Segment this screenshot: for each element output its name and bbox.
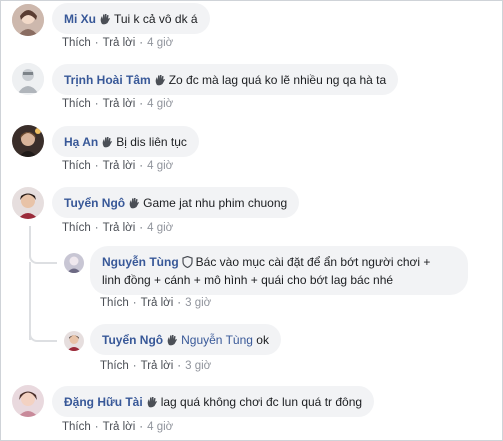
comment-actions: Thích · Trả lời · 4 giờ: [62, 160, 174, 172]
like-link[interactable]: Thích: [62, 37, 91, 49]
reply-link[interactable]: Trả lời: [103, 37, 136, 49]
timestamp[interactable]: 4 giờ: [147, 98, 173, 110]
wave-hand-icon: [154, 74, 166, 90]
comment-bubble: Tuyển Ngô Nguyễn Tùng ok: [90, 324, 281, 355]
wave-hand-icon: [146, 396, 158, 412]
commenter-name[interactable]: Tuyển Ngô: [102, 333, 163, 347]
comment-actions: Thích · Trả lời · 3 giờ: [100, 297, 212, 309]
comment-bubble: Nguyễn Tùng Bác vào mục cài đặt để ẩn bớt…: [90, 246, 468, 295]
avatar[interactable]: [12, 187, 44, 219]
comment-actions: Thích · Trả lời · 3 giờ: [100, 360, 212, 372]
reply-link[interactable]: Trả lời: [141, 297, 174, 309]
comment-actions: Thích · Trả lời · 4 giờ: [62, 37, 174, 49]
wave-hand-icon: [99, 13, 111, 29]
commenter-name[interactable]: Mi Xu: [64, 12, 96, 26]
avatar[interactable]: [12, 125, 44, 157]
like-link[interactable]: Thích: [100, 297, 129, 309]
like-link[interactable]: Thích: [62, 222, 91, 234]
comment-bubble: Đặng Hữu Tài lag quá không chơi đc lun qu…: [52, 386, 375, 417]
reply-thread-line: [29, 226, 57, 264]
reply-link[interactable]: Trả lời: [103, 222, 136, 234]
comment-text: Bị dis liên tục: [116, 135, 187, 149]
comment-actions: Thích · Trả lời · 4 giờ: [62, 98, 174, 110]
reply-link[interactable]: Trả lời: [141, 360, 174, 372]
comment-bubble: Mi Xu Tui k cả vô dk á: [52, 3, 210, 34]
comment-text: ok: [256, 333, 269, 347]
like-link[interactable]: Thích: [62, 98, 91, 110]
wave-hand-icon: [166, 334, 178, 350]
comment-text: Game jat nhu phim chuong: [143, 196, 288, 210]
wave-hand-icon: [101, 136, 113, 152]
commenter-name[interactable]: Hạ An: [64, 135, 98, 149]
commenter-name[interactable]: Nguyễn Tùng: [102, 255, 179, 269]
comment-text: Zo đc mà lag quá ko lẽ nhiều ng qa hà ta: [168, 73, 387, 87]
commenter-name[interactable]: Trịnh Hoài Tâm: [64, 73, 151, 87]
comment-text: Tui k cả vô dk á: [114, 12, 198, 26]
comment-bubble: Trịnh Hoài Tâm Zo đc mà lag quá ko lẽ nhi…: [52, 64, 399, 95]
timestamp[interactable]: 3 giờ: [185, 297, 211, 309]
avatar[interactable]: [64, 253, 84, 273]
timestamp[interactable]: 4 giờ: [147, 222, 173, 234]
timestamp[interactable]: 3 giờ: [185, 360, 211, 372]
mention-link[interactable]: Nguyễn Tùng: [181, 333, 253, 347]
avatar[interactable]: [64, 331, 84, 351]
avatar[interactable]: [12, 63, 44, 95]
reply-link[interactable]: Trả lời: [103, 421, 136, 433]
timestamp[interactable]: 4 giờ: [147, 160, 173, 172]
reply-link[interactable]: Trả lời: [103, 160, 136, 172]
reply-link[interactable]: Trả lời: [103, 98, 136, 110]
shield-icon: [182, 255, 193, 272]
commenter-name[interactable]: Tuyển Ngô: [64, 196, 125, 210]
comment-actions: Thích · Trả lời · 4 giờ: [62, 421, 174, 433]
timestamp[interactable]: 4 giờ: [147, 37, 173, 49]
comment-actions: Thích · Trả lời · 4 giờ: [62, 222, 174, 234]
like-link[interactable]: Thích: [62, 160, 91, 172]
comment-text: Bác vào mục cài đặt để ẩn bớt người chơi…: [195, 255, 431, 269]
wave-hand-icon: [128, 197, 140, 213]
comment-bubble: Hạ An Bị dis liên tục: [52, 126, 199, 157]
avatar[interactable]: [12, 385, 44, 417]
commenter-name[interactable]: Đặng Hữu Tài: [64, 395, 143, 409]
timestamp[interactable]: 4 giờ: [147, 421, 173, 433]
avatar[interactable]: [12, 4, 44, 36]
comment-text: lag quá không chơi đc lun quá tr đông: [160, 395, 363, 409]
comment-bubble: Tuyển Ngô Game jat nhu phim chuong: [52, 187, 300, 218]
like-link[interactable]: Thích: [62, 421, 91, 433]
reply-thread-line: [29, 300, 57, 342]
like-link[interactable]: Thích: [100, 360, 129, 372]
comment-text: linh đồng + cánh + mô hình + quái cho bớ…: [102, 273, 394, 287]
